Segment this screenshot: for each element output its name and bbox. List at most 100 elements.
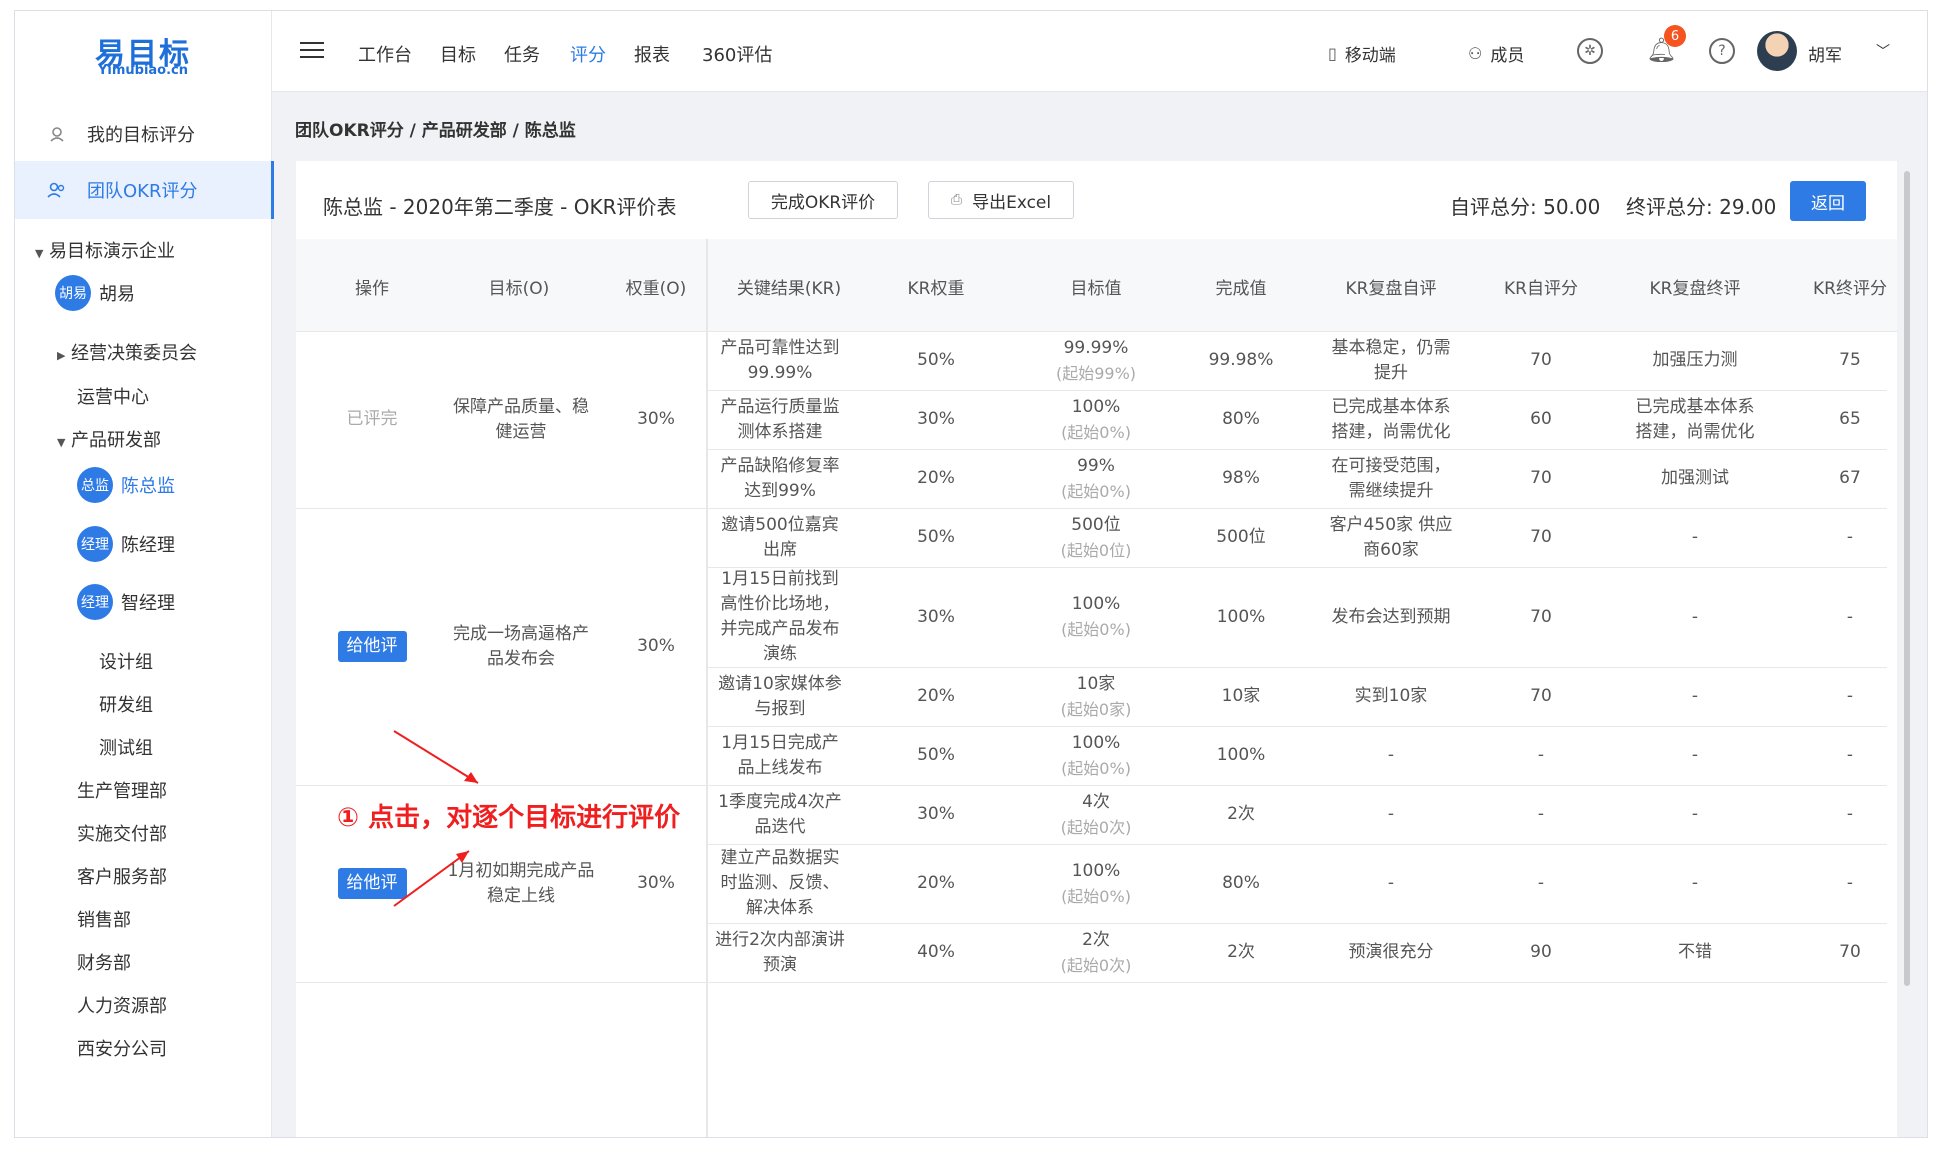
back-button[interactable]: 返回	[1790, 181, 1866, 221]
table-cell-self-score: 70	[1530, 527, 1552, 547]
start-value: (起始0%)	[1061, 620, 1131, 639]
chevron-down-icon[interactable]: ﹀	[1876, 41, 1890, 61]
col-header: 权重(O)	[625, 279, 687, 299]
table-cell-done: 500位	[1216, 527, 1266, 547]
tree-item-group[interactable]: 设计组	[99, 648, 153, 674]
table-cell-final: -	[1691, 804, 1699, 824]
start-value: (起始0次)	[1060, 955, 1132, 975]
table-cell-self-score: 70	[1530, 350, 1552, 370]
table-cell-self-score: -	[1537, 873, 1545, 893]
table-cell-done: 2次	[1227, 804, 1255, 824]
table-cell-w: 40%	[917, 942, 955, 962]
complete-okr-button[interactable]: 完成OKR评价	[748, 181, 898, 219]
table-cell-final: 加强测试	[1661, 468, 1729, 488]
table-cell-target: 10家 (起始0家)	[1034, 667, 1158, 726]
nav-reports[interactable]: 报表	[634, 41, 670, 67]
logo[interactable]: 易目标 Yimubiao.cn	[15, 11, 271, 91]
table-cell-final-score: -	[1846, 527, 1854, 547]
table-cell-target: 4次 (起始0次)	[1034, 785, 1158, 844]
table-cell-target: 100% (起始0%)	[1034, 567, 1158, 667]
tree-item-dept[interactable]: 财务部	[77, 949, 131, 975]
tree-item-dept[interactable]: 实施交付部	[77, 820, 167, 846]
notification-badge: 6	[1664, 25, 1686, 47]
table-cell-kr: 1季度完成4次产品迭代	[718, 791, 842, 837]
export-excel-button[interactable]: ⎙ 导出Excel	[928, 181, 1074, 219]
table-cell-target: 99.99% (起始99%)	[1034, 331, 1158, 390]
members-button[interactable]: ⚇ 成员	[1468, 41, 1524, 66]
table-cell-kr: 1月15日前找到高性价比场地，并完成产品发布演练	[720, 569, 840, 664]
mobile-button[interactable]: ▯ 移动端	[1328, 41, 1396, 66]
tree-item-dept[interactable]: ▼ 产品研发部	[57, 426, 161, 452]
table-cell-w: 20%	[917, 873, 955, 893]
tree-company[interactable]: ▼ 易目标演示企业	[35, 237, 175, 263]
tree-item-group[interactable]: 测试组	[99, 734, 153, 760]
avatar: 总监	[77, 467, 113, 503]
tree-item-person[interactable]: 胡易 胡易	[55, 275, 135, 311]
tree-item-person[interactable]: 经理 智经理	[77, 584, 175, 620]
tree-item-group[interactable]: 研发组	[99, 691, 153, 717]
table-cell-self: 实到10家	[1354, 686, 1428, 706]
table-cell-self: 基本稳定，仍需提升	[1331, 337, 1451, 383]
start-value: (起始0%)	[1061, 758, 1131, 778]
table-cell-final: 已完成基本体系搭建，尚需优化	[1635, 396, 1755, 442]
col-header: 操作	[355, 279, 389, 299]
nav-scoring[interactable]: 评分	[570, 41, 606, 67]
table-cell-final-score: 70	[1839, 942, 1861, 962]
page-title: 陈总监 - 2020年第二季度 - OKR评价表	[323, 195, 677, 219]
tree-item-dept[interactable]: 运营中心	[77, 383, 149, 409]
annotation-arrows	[393, 730, 479, 907]
caret-down-icon: ▼	[57, 436, 66, 449]
col-header: KR终评分	[1813, 279, 1887, 299]
annotation-arrow	[393, 850, 470, 907]
nav-360[interactable]: 360评估	[702, 41, 772, 67]
user-score-icon	[47, 124, 67, 144]
table-cell-final-score: -	[1846, 873, 1854, 893]
table-cell-w: 30%	[917, 409, 955, 429]
table-cell-self-score: -	[1537, 804, 1545, 824]
tree-item-dept[interactable]: 销售部	[77, 906, 131, 932]
start-value: (起始0位)	[1060, 540, 1132, 560]
tree-item-dept[interactable]: 生产管理部	[77, 777, 167, 803]
evaluate-button[interactable]: 给他评	[337, 631, 407, 662]
table-cell-kr: 进行2次内部演讲预演	[715, 929, 845, 975]
col-header: KR权重	[907, 279, 965, 299]
tree-item-person-selected[interactable]: 总监 陈总监	[77, 467, 175, 503]
table-cell-self-score: 70	[1530, 686, 1552, 706]
tree-item-dept[interactable]: 西安分公司	[77, 1035, 167, 1061]
annotation-arrow	[393, 730, 479, 784]
table-cell-kr: 产品可靠性达到99.99%	[720, 337, 840, 383]
table-cell-self: -	[1387, 873, 1395, 893]
tree-item-dept[interactable]: 客户服务部	[77, 863, 167, 889]
vertical-scrollbar[interactable]	[1904, 171, 1910, 986]
sidebar-item-team-score[interactable]: 团队OKR评分	[15, 161, 274, 219]
group-divider	[296, 982, 706, 983]
table-cell-target: 100% (起始0%)	[1034, 390, 1158, 449]
table-cell-done: 100%	[1216, 745, 1266, 765]
table-cell-weight: 30%	[637, 409, 675, 429]
nav-goals[interactable]: 目标	[440, 41, 476, 67]
user-avatar[interactable]	[1757, 31, 1797, 71]
aperture-icon[interactable]: ✲	[1577, 38, 1603, 64]
tree-item-person[interactable]: 经理 陈经理	[77, 526, 175, 562]
table-cell-done: 10家	[1221, 686, 1261, 706]
help-icon[interactable]: ?	[1709, 38, 1735, 64]
user-name[interactable]: 胡军	[1808, 41, 1842, 66]
export-icon: ⎙	[950, 192, 963, 208]
start-value: (起始0次)	[1060, 817, 1132, 837]
table-cell-final-score: 75	[1839, 350, 1861, 370]
mobile-icon: ▯	[1328, 44, 1337, 63]
tree-item-dept[interactable]: ▶ 经营决策委员会	[57, 339, 197, 365]
nav-tasks[interactable]: 任务	[504, 41, 540, 67]
table-cell-kr: 产品缺陷修复率达到99%	[720, 455, 840, 501]
nav-workbench[interactable]: 工作台	[358, 41, 412, 67]
table-cell-done: 80%	[1222, 409, 1260, 429]
team-icon	[47, 180, 67, 200]
tree-item-dept[interactable]: 人力资源部	[77, 992, 167, 1018]
table-cell-self: 发布会达到预期	[1331, 606, 1451, 627]
sidebar-item-my-score[interactable]: 我的目标评分	[15, 107, 271, 161]
start-value: (起始0%)	[1061, 886, 1131, 906]
menu-icon[interactable]	[300, 42, 324, 60]
self-total-score: 自评总分: 50.00	[1450, 195, 1601, 219]
table-cell-done: 100%	[1216, 606, 1266, 627]
table-cell-self-score: 90	[1530, 942, 1552, 962]
